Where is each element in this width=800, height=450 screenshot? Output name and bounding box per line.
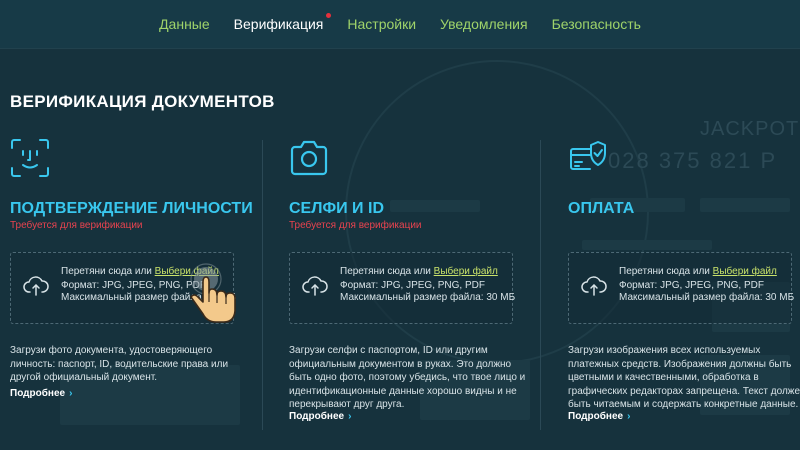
background-tile <box>582 240 712 250</box>
card-shield-icon <box>570 141 606 170</box>
chevron-right-icon: › <box>69 388 73 399</box>
more-label: Подробнее <box>10 388 66 399</box>
tab-label: Безопасность <box>551 16 641 32</box>
column-divider <box>262 140 263 430</box>
tab-notifications[interactable]: Уведомления <box>428 16 540 32</box>
drop-text: Перетяни сюда или <box>340 266 434 277</box>
tab-label: Уведомления <box>440 16 528 32</box>
column-divider <box>540 140 541 430</box>
more-link[interactable]: Подробнее › <box>10 388 72 399</box>
more-label: Подробнее <box>289 411 345 422</box>
cloud-upload-icon <box>581 276 607 296</box>
required-label: Требуется для верификации <box>289 220 422 231</box>
background-tile <box>390 200 480 212</box>
chevron-right-icon: › <box>627 411 631 422</box>
tab-label: Данные <box>159 16 210 32</box>
face-id-icon <box>11 139 49 177</box>
drop-text: Перетяни сюда или <box>61 266 155 277</box>
more-link[interactable]: Подробнее › <box>289 411 351 422</box>
pointing-hand-icon <box>190 263 236 323</box>
format-text: Формат: JPG, JPEG, PNG, PDF <box>61 280 206 291</box>
format-text: Формат: JPG, JPEG, PNG, PDF <box>340 280 485 291</box>
card-title: ОПЛАТА <box>568 200 635 217</box>
notification-dot <box>326 13 332 18</box>
card-payment: ОПЛАТА Перетяни сюда или Выбери файл Фор… <box>568 138 800 422</box>
tab-label: Настройки <box>347 16 417 32</box>
tab-label: Верификация <box>233 16 324 32</box>
card-selfie: СЕЛФИ И ID Требуется для верификации Пер… <box>289 138 529 422</box>
tab-security[interactable]: Безопасность <box>540 16 653 32</box>
card-title: СЕЛФИ И ID <box>289 200 384 217</box>
card-description: Загрузи селфи с паспортом, ID или другим… <box>289 345 526 410</box>
chevron-right-icon: › <box>348 411 352 422</box>
cloud-upload-icon <box>302 276 328 296</box>
card-title: ПОДТВЕРЖДЕНИЕ ЛИЧНОСТИ <box>10 200 253 217</box>
tab-data[interactable]: Данные <box>147 16 222 32</box>
cloud-upload-icon <box>23 276 49 296</box>
camera-icon <box>290 140 328 176</box>
choose-file-link[interactable]: Выбери файл <box>434 266 498 277</box>
top-navigation: Данные Верификация Настройки Уведомления… <box>0 0 800 49</box>
card-description: Загрузи изображения всех используемых пл… <box>568 345 800 410</box>
upload-dropzone[interactable]: Перетяни сюда или Выбери файл Формат: JP… <box>289 252 516 324</box>
tab-settings[interactable]: Настройки <box>335 16 428 32</box>
background-tile <box>700 198 790 212</box>
drop-text: Перетяни сюда или <box>619 266 713 277</box>
choose-file-link[interactable]: Выбери файл <box>713 266 777 277</box>
format-text: Формат: JPG, JPEG, PNG, PDF <box>619 280 764 291</box>
card-description: Загрузи фото документа, удостоверяющего … <box>10 345 229 383</box>
card-identity: ПОДТВЕРЖДЕНИЕ ЛИЧНОСТИ Требуется для вер… <box>10 138 253 399</box>
upload-dropzone[interactable]: Перетяни сюда или Выбери файл Формат: JP… <box>568 252 795 324</box>
more-link[interactable]: Подробнее › <box>568 411 630 422</box>
max-size-text: Максимальный размер файла: 30 МБ <box>340 292 516 303</box>
page-title: ВЕРИФИКАЦИЯ ДОКУМЕНТОВ <box>10 92 275 111</box>
max-size-text: Максимальный размер файла: 30 МБ <box>619 292 795 303</box>
tab-verification[interactable]: Верификация <box>222 13 336 32</box>
required-label: Требуется для верификации <box>10 220 143 231</box>
more-label: Подробнее <box>568 411 624 422</box>
